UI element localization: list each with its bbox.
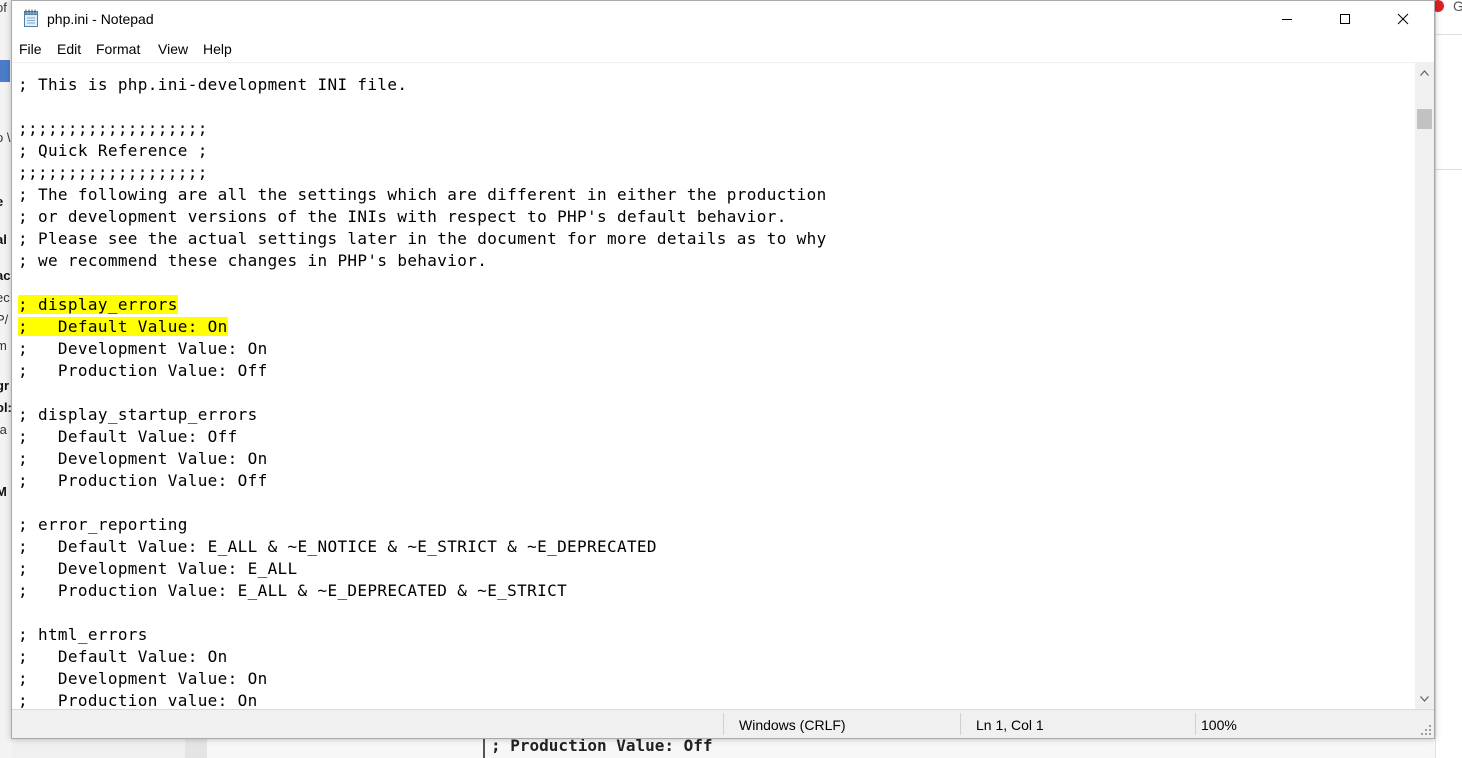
text-highlight: ; Default Value: On — [18, 317, 228, 336]
menu-edit[interactable]: Edit — [57, 41, 81, 57]
status-cursor-position: Ln 1, Col 1 — [976, 717, 1044, 733]
editor-line: ; Production value: On — [18, 691, 258, 709]
editor-line: ; Development Value: On — [18, 669, 268, 688]
status-separator — [960, 713, 961, 735]
minimize-icon — [1282, 19, 1292, 20]
editor-line: ; Default Value: E_ALL & ~E_NOTICE & ~E_… — [18, 537, 657, 556]
background-window-right: G — [1432, 0, 1462, 758]
text-editor[interactable]: ; This is php.ini-development INI file.;… — [12, 63, 1415, 709]
editor-line: ; Production Value: Off — [18, 361, 268, 380]
editor-line: ;;;;;;;;;;;;;;;;;;; — [18, 163, 208, 182]
chevron-down-icon — [1420, 696, 1429, 702]
notepad-window: php.ini - Notepad File Edit Format View … — [11, 0, 1435, 739]
background-editor-strip: ; Production Value: Off — [185, 736, 1435, 758]
background-text: G — [1453, 0, 1462, 14]
background-text: ac — [0, 268, 11, 283]
editor-line: ; The following are all the settings whi… — [18, 185, 827, 204]
close-icon — [1397, 13, 1409, 25]
background-gutter — [185, 739, 207, 758]
background-text: M — [0, 484, 7, 499]
status-separator — [1195, 713, 1196, 735]
status-zoom: 100% — [1201, 717, 1237, 733]
menu-bar: File Edit Format View Help — [12, 37, 1434, 63]
editor-line: ; error_reporting — [18, 515, 188, 534]
status-separator — [723, 713, 724, 735]
text-highlight: ; display_errors — [18, 295, 178, 314]
chevron-up-icon — [1420, 70, 1429, 76]
editor-line: ; html_errors — [18, 625, 148, 644]
background-text: al — [0, 232, 7, 247]
editor-line: ; This is php.ini-development INI file. — [18, 75, 408, 94]
divider — [1436, 169, 1462, 170]
status-bar: Windows (CRLF) Ln 1, Col 1 100% — [12, 709, 1434, 738]
close-button[interactable] — [1374, 1, 1432, 37]
background-text: e — [0, 194, 3, 209]
editor-line: ; Default Value: On — [18, 316, 228, 338]
menu-file[interactable]: File — [19, 41, 42, 57]
editor-line: ; Default Value: Off — [18, 427, 238, 446]
editor-line: ; Please see the actual settings later i… — [18, 229, 827, 248]
minimize-button[interactable] — [1258, 1, 1316, 37]
notepad-icon — [24, 9, 38, 27]
editor-line: ; display_startup_errors — [18, 405, 258, 424]
editor-line: ; Development Value: On — [18, 449, 268, 468]
scroll-down-button[interactable] — [1415, 689, 1434, 709]
editor-line: ; we recommend these changes in PHP's be… — [18, 251, 488, 270]
background-text: m — [0, 338, 7, 353]
maximize-button[interactable] — [1316, 1, 1374, 37]
background-text: of — [0, 0, 7, 15]
background-accent — [0, 60, 10, 82]
background-text: o \ — [0, 130, 11, 145]
background-caret — [483, 739, 485, 758]
divider — [1436, 34, 1462, 35]
background-text: gr — [0, 378, 9, 393]
menu-format[interactable]: Format — [96, 41, 140, 57]
background-text: ec — [0, 290, 10, 305]
editor-line: ; display_errors — [18, 294, 178, 316]
editor-line: ; or development versions of the INIs wi… — [18, 207, 787, 226]
menu-help[interactable]: Help — [203, 41, 232, 57]
background-text: P/ — [0, 312, 9, 327]
scroll-thumb[interactable] — [1417, 109, 1432, 129]
editor-line: ;;;;;;;;;;;;;;;;;;; — [18, 119, 208, 138]
editor-line: ; Production Value: Off — [18, 471, 268, 490]
menu-view[interactable]: View — [158, 41, 188, 57]
editor-line: ; Development Value: On — [18, 339, 268, 358]
editor-line: ; Default Value: On — [18, 647, 228, 666]
window-title: php.ini - Notepad — [47, 11, 154, 27]
vertical-scrollbar[interactable] — [1415, 63, 1434, 709]
maximize-icon — [1340, 14, 1350, 24]
title-bar[interactable]: php.ini - Notepad — [12, 1, 1434, 37]
editor-line: ; Development Value: E_ALL — [18, 559, 298, 578]
editor-line: ; Production Value: E_ALL & ~E_DEPRECATE… — [18, 581, 568, 600]
editor-line: ; Quick Reference ; — [18, 141, 208, 160]
status-line-ending: Windows (CRLF) — [739, 717, 846, 733]
resize-grip-icon[interactable] — [1420, 724, 1432, 736]
background-text: ta — [0, 422, 7, 437]
scroll-up-button[interactable] — [1415, 63, 1434, 83]
